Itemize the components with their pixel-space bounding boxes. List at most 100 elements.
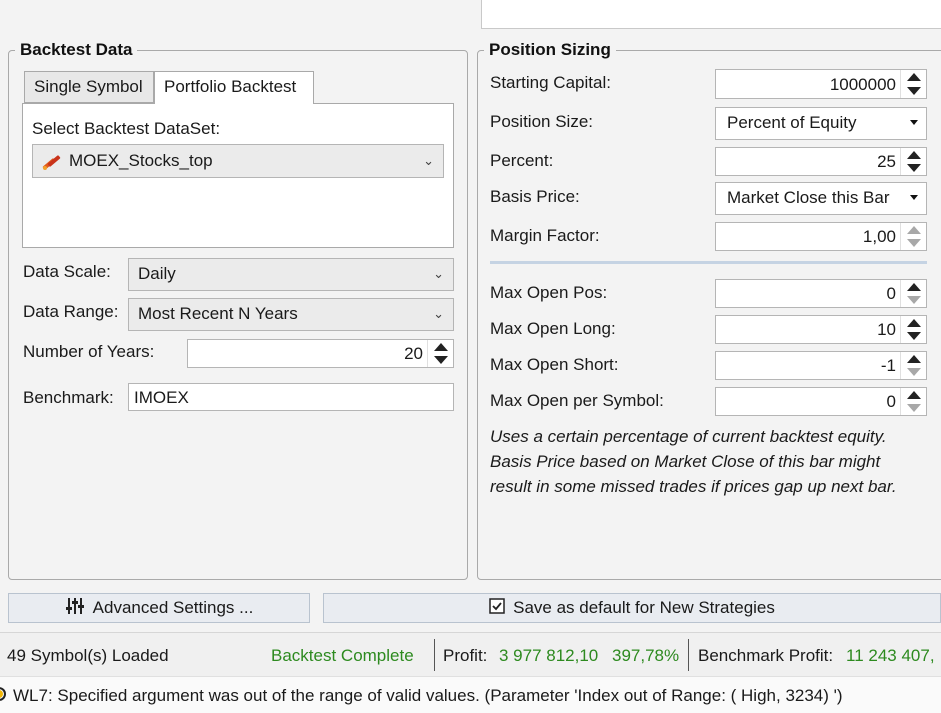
data-range-value: Most Recent N Years (138, 304, 298, 323)
years-spinner[interactable] (427, 340, 453, 367)
max-open-pos-label: Max Open Pos: (490, 283, 608, 302)
spin-up-icon[interactable] (901, 316, 926, 330)
advanced-settings-button[interactable]: Advanced Settings ... (8, 593, 310, 623)
dataset-icon (40, 152, 62, 184)
data-range-label: Data Range: (23, 302, 119, 321)
data-scale-select[interactable]: Daily ⌄ (128, 258, 454, 291)
spin-up-icon[interactable] (901, 388, 926, 402)
spin-down-icon[interactable] (901, 162, 926, 176)
max-open-long-value: 10 (877, 320, 896, 339)
chevron-down-icon: ⌄ (433, 266, 444, 281)
max-open-symbol-stepper[interactable]: 0 (715, 387, 927, 416)
save-default-label: Save as default for New Strategies (513, 598, 775, 617)
spin-down-icon[interactable] (901, 294, 926, 308)
starting-capital-spinner[interactable] (900, 70, 926, 98)
benchmark-profit-label: Benchmark Profit: (698, 646, 834, 665)
max-open-symbol-label: Max Open per Symbol: (490, 391, 664, 410)
basis-price-select[interactable]: Market Close this Bar (715, 182, 927, 215)
basis-price-label: Basis Price: (490, 187, 580, 206)
dropdown-arrow-icon (910, 120, 918, 125)
message-bar: WL7: Specified argument was out of the r… (0, 676, 941, 713)
margin-factor-spinner[interactable] (900, 223, 926, 250)
position-size-label: Position Size: (490, 112, 593, 131)
backtest-data-title: Backtest Data (15, 40, 138, 60)
sliders-icon (65, 596, 85, 621)
dataset-label: Select Backtest DataSet: (32, 119, 221, 138)
checkbox-checked-icon[interactable] (489, 597, 505, 619)
data-scale-label: Data Scale: (23, 262, 111, 281)
position-sizing-description: Uses a certain percentage of current bac… (490, 424, 930, 499)
spin-down-icon[interactable] (901, 330, 926, 344)
dataset-value: MOEX_Stocks_top (69, 151, 213, 170)
percent-spinner[interactable] (900, 148, 926, 175)
status-separator (688, 639, 689, 671)
max-open-pos-stepper[interactable]: 0 (715, 279, 927, 308)
years-stepper[interactable]: 20 (187, 339, 454, 368)
max-open-symbol-spinner[interactable] (900, 388, 926, 415)
benchmark-input[interactable]: IMOEX (128, 383, 454, 411)
profit-percent: 397,78% (612, 646, 680, 665)
profit-label: Profit: (443, 646, 488, 665)
tab-portfolio-backtest[interactable]: Portfolio Backtest (154, 71, 314, 104)
max-open-short-stepper[interactable]: -1 (715, 351, 927, 380)
benchmark-profit-value: 11 243 407, (846, 646, 935, 665)
section-divider (490, 261, 927, 264)
max-open-long-label: Max Open Long: (490, 319, 616, 338)
data-scale-value: Daily (138, 264, 176, 283)
backtest-state-text: Backtest Complete (271, 646, 414, 665)
position-size-value: Percent of Equity (727, 113, 857, 132)
starting-capital-value: 1000000 (829, 75, 896, 94)
chevron-down-icon: ⌄ (423, 153, 434, 168)
profit-value: 3 977 812,10 (499, 646, 599, 665)
data-range-select[interactable]: Most Recent N Years ⌄ (128, 298, 454, 331)
max-open-short-value: -1 (880, 356, 896, 375)
spin-up-icon[interactable] (901, 148, 926, 162)
percent-label: Percent: (490, 151, 554, 170)
spin-down-icon[interactable] (901, 366, 926, 380)
margin-factor-label: Margin Factor: (490, 226, 600, 245)
spin-up-icon[interactable] (901, 223, 926, 237)
warning-icon (0, 686, 8, 707)
advanced-settings-label: Advanced Settings ... (92, 598, 254, 617)
max-open-short-label: Max Open Short: (490, 355, 619, 374)
max-open-long-stepper[interactable]: 10 (715, 315, 927, 344)
starting-capital-label: Starting Capital: (490, 73, 611, 92)
chevron-down-icon: ⌄ (433, 306, 444, 321)
max-open-pos-spinner[interactable] (900, 280, 926, 307)
margin-factor-stepper[interactable]: 1,00 (715, 222, 927, 251)
spin-up-icon[interactable] (901, 70, 926, 84)
symbols-loaded-text: 49 Symbol(s) Loaded (7, 646, 169, 665)
message-text: WL7: Specified argument was out of the r… (13, 686, 843, 705)
max-open-pos-value: 0 (886, 284, 896, 303)
tab-single-symbol[interactable]: Single Symbol (24, 71, 154, 103)
spin-down-icon[interactable] (428, 354, 453, 368)
percent-value: 25 (877, 152, 896, 171)
description-line: result in some missed trades if prices g… (490, 477, 897, 496)
benchmark-label: Benchmark: (23, 388, 114, 407)
spin-up-icon[interactable] (428, 340, 453, 354)
spin-up-icon[interactable] (901, 280, 926, 294)
spin-down-icon[interactable] (901, 84, 926, 98)
description-line: Uses a certain percentage of current bac… (490, 427, 887, 446)
status-bar: 49 Symbol(s) Loaded Backtest Complete Pr… (0, 632, 941, 676)
position-size-select[interactable]: Percent of Equity (715, 107, 927, 140)
years-value: 20 (404, 344, 423, 363)
spin-down-icon[interactable] (901, 402, 926, 416)
dropdown-arrow-icon (910, 195, 918, 200)
max-open-short-spinner[interactable] (900, 352, 926, 379)
years-label: Number of Years: (23, 342, 155, 361)
description-line: Basis Price based on Market Close of thi… (490, 452, 881, 471)
max-open-long-spinner[interactable] (900, 316, 926, 343)
margin-factor-value: 1,00 (862, 227, 896, 246)
spin-up-icon[interactable] (901, 352, 926, 366)
dataset-panel: Select Backtest DataSet: MOEX_Stocks_top… (22, 103, 454, 248)
position-sizing-title: Position Sizing (484, 40, 616, 60)
percent-stepper[interactable]: 25 (715, 147, 927, 176)
dataset-select[interactable]: MOEX_Stocks_top ⌄ (32, 144, 444, 178)
status-separator (434, 639, 435, 671)
starting-capital-stepper[interactable]: 1000000 (715, 69, 927, 99)
spin-down-icon[interactable] (901, 237, 926, 251)
save-default-toggle[interactable]: Save as default for New Strategies (323, 593, 941, 623)
top-panel-fragment (481, 0, 941, 29)
basis-price-value: Market Close this Bar (727, 188, 890, 207)
